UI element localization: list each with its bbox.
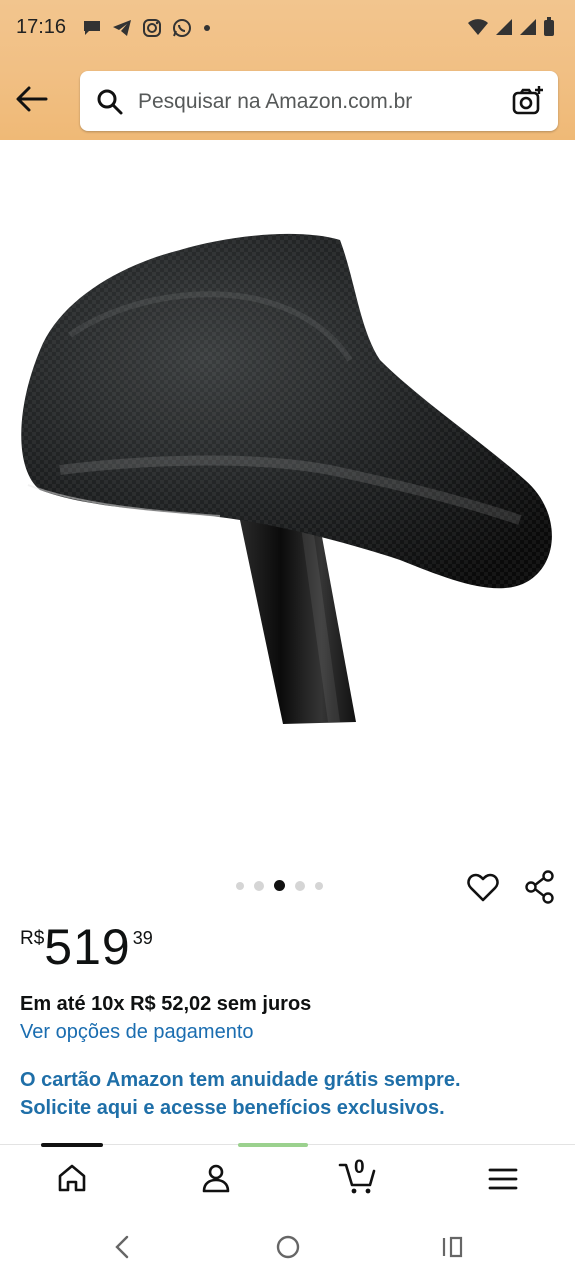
bottom-navigation: 0 <box>0 1143 575 1215</box>
heart-icon[interactable] <box>467 872 499 902</box>
chat-icon <box>84 21 100 35</box>
system-home-icon[interactable] <box>275 1234 301 1260</box>
user-icon[interactable] <box>201 1163 231 1193</box>
carousel-dot[interactable] <box>315 881 323 890</box>
cart-button[interactable]: 0 <box>338 1157 378 1195</box>
system-status-icons <box>467 17 555 37</box>
wifi-icon <box>468 19 488 35</box>
payment-options-link[interactable]: Ver opções de pagamento <box>20 1021 254 1044</box>
telegram-icon <box>113 20 131 36</box>
home-icon[interactable] <box>57 1163 87 1193</box>
more-notifications-icon <box>204 25 210 31</box>
installment-info: Em até 10x R$ 52,02 sem juros <box>20 993 312 1015</box>
menu-icon[interactable] <box>488 1167 518 1191</box>
product-price: R$ 519 39 <box>20 918 153 976</box>
search-icon <box>97 89 123 115</box>
price-whole: 519 <box>44 919 131 975</box>
carousel-dot[interactable] <box>295 880 305 891</box>
camera-icon[interactable] <box>512 85 544 117</box>
price-fraction: 39 <box>132 928 153 948</box>
carousel-dot[interactable] <box>236 881 244 890</box>
status-bar: 17:16 <box>0 0 575 56</box>
cart-count: 0 <box>354 1157 365 1178</box>
system-navigation-bar <box>0 1214 575 1280</box>
price-currency: R$ <box>20 928 45 949</box>
cart-indicator <box>238 1143 308 1147</box>
amazon-card-promo[interactable]: O cartão Amazon tem anuidade grátis semp… <box>20 1066 461 1122</box>
bicycle-saddle-image <box>21 233 552 724</box>
product-image[interactable] <box>0 140 575 870</box>
image-carousel-dots[interactable] <box>236 880 323 891</box>
notification-icons <box>82 18 212 38</box>
share-icon[interactable] <box>524 870 556 904</box>
system-back-icon[interactable] <box>112 1234 132 1260</box>
carousel-dot-active[interactable] <box>274 880 285 891</box>
search-bar[interactable] <box>80 71 558 131</box>
battery-icon <box>544 17 554 36</box>
status-time: 17:16 <box>16 16 67 38</box>
carousel-dot[interactable] <box>254 880 264 891</box>
home-active-indicator <box>41 1143 103 1147</box>
signal-icon <box>496 19 512 35</box>
instagram-icon <box>143 19 161 37</box>
system-recents-icon[interactable] <box>440 1234 466 1260</box>
whatsapp-icon <box>173 19 191 37</box>
app-header: 17:16 <box>0 0 575 140</box>
promo-line-1: O cartão Amazon tem anuidade grátis semp… <box>20 1069 461 1091</box>
search-input[interactable] <box>136 83 500 121</box>
signal-icon-2 <box>520 19 536 35</box>
back-arrow-icon[interactable] <box>14 84 50 114</box>
promo-line-2: Solicite aqui e acesse benefícios exclus… <box>20 1097 445 1119</box>
